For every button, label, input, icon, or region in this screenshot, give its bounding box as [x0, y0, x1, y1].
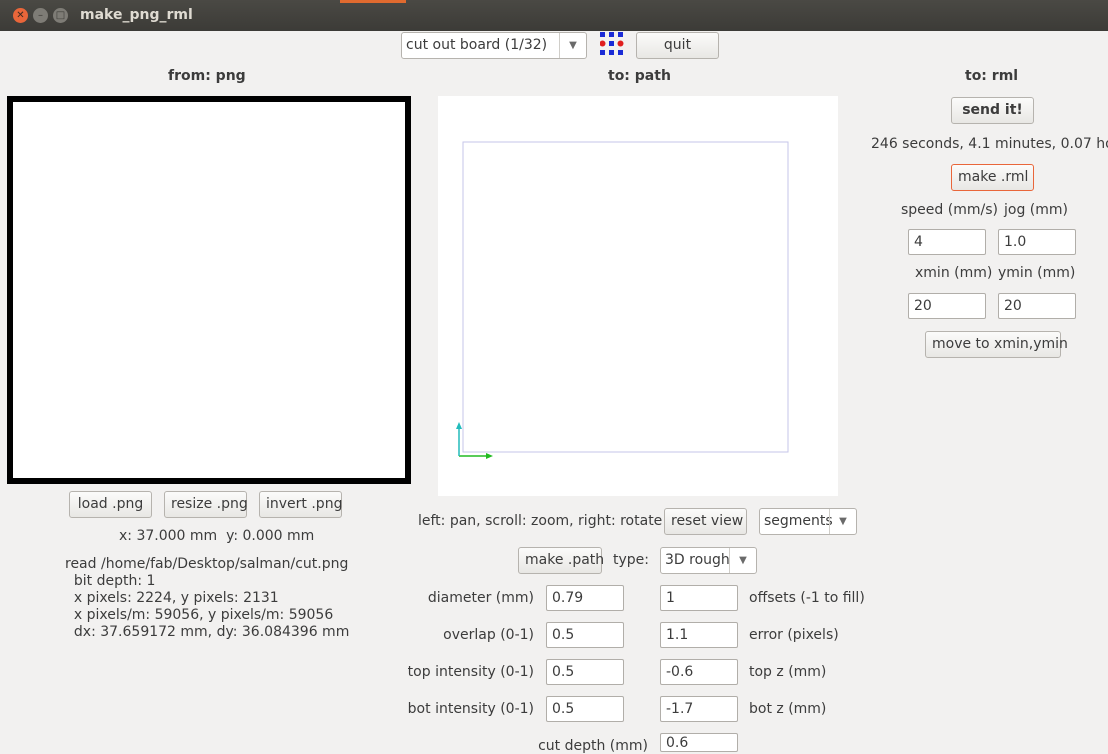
overlap-input[interactable]: [546, 622, 624, 648]
jog-label: jog (mm): [1004, 202, 1068, 218]
view-mode-select[interactable]: segments ▼: [759, 508, 857, 535]
diameter-input[interactable]: [546, 585, 624, 611]
x-axis-arrowhead: [486, 453, 493, 459]
view-mode-value: segments: [764, 513, 833, 529]
process-select[interactable]: cut out board (1/32) ▼: [401, 32, 587, 59]
top-intensity-input[interactable]: [546, 659, 624, 685]
speed-label: speed (mm/s): [901, 202, 998, 218]
path-view[interactable]: [438, 96, 838, 496]
png-coords: x: 37.000 mm y: 0.000 mm: [119, 528, 315, 544]
reset-view-button[interactable]: reset view: [664, 508, 747, 535]
diameter-label: diameter (mm): [427, 590, 534, 606]
png-info-line: dx: 37.659172 mm, dy: 36.084396 mm: [65, 624, 350, 640]
chevron-down-icon: ▼: [829, 509, 856, 534]
quit-button[interactable]: quit: [636, 32, 719, 59]
png-info-line: x pixels/m: 59056, y pixels/m: 59056: [65, 607, 334, 623]
close-icon[interactable]: ✕: [13, 8, 28, 23]
y-axis-arrowhead: [456, 422, 462, 429]
speed-input[interactable]: [908, 229, 986, 255]
send-it-button[interactable]: send it!: [951, 97, 1034, 124]
png-info-line: bit depth: 1: [65, 573, 156, 589]
resize-png-button[interactable]: resize .png: [164, 491, 248, 518]
jog-input[interactable]: [998, 229, 1076, 255]
path-type-select[interactable]: 3D rough ▼: [660, 547, 757, 574]
error-input[interactable]: [660, 622, 738, 648]
png-panel-header: from: png: [168, 68, 246, 84]
move-to-xmin-ymin-button[interactable]: move to xmin,ymin: [925, 331, 1068, 358]
top-intensity-label: top intensity (0-1): [407, 664, 534, 680]
png-info-line: x pixels: 2224, y pixels: 2131: [65, 590, 279, 606]
xmin-label: xmin (mm): [915, 265, 993, 281]
minimize-icon[interactable]: –: [33, 8, 48, 23]
png-info: read /home/fab/Desktop/salman/cut.png bi…: [65, 556, 349, 641]
offsets-label: offsets (-1 to fill): [749, 590, 865, 606]
fab-grid-icon: [599, 32, 624, 56]
top-z-label: top z (mm): [749, 664, 827, 680]
type-label: type:: [613, 552, 649, 568]
view-hint: left: pan, scroll: zoom, right: rotate: [418, 513, 663, 529]
bot-z-input[interactable]: [660, 696, 738, 722]
error-label: error (pixels): [749, 627, 839, 643]
top-z-input[interactable]: [660, 659, 738, 685]
png-preview[interactable]: [7, 96, 411, 484]
process-select-value: cut out board (1/32): [406, 37, 548, 53]
chevron-down-icon: ▼: [729, 548, 756, 573]
rml-panel-header: to: rml: [965, 68, 1019, 84]
maximize-icon[interactable]: □: [53, 8, 68, 23]
chevron-down-icon: ▼: [559, 33, 586, 58]
make-path-button[interactable]: make .path: [518, 547, 604, 574]
path-outline: [462, 141, 789, 453]
invert-png-button[interactable]: invert .png: [259, 491, 342, 518]
xmin-input[interactable]: [908, 293, 986, 319]
path-view-drawing: [456, 141, 789, 459]
bot-intensity-label: bot intensity (0-1): [407, 701, 534, 717]
offsets-input[interactable]: [660, 585, 738, 611]
make-rml-button[interactable]: make .rml: [951, 164, 1034, 191]
cut-depth-input[interactable]: [660, 733, 738, 752]
time-estimate: 246 seconds, 4.1 minutes, 0.07 hours: [871, 136, 1108, 152]
bot-z-label: bot z (mm): [749, 701, 827, 717]
overlap-label: overlap (0-1): [443, 627, 534, 643]
window-titlebar: ✕ – □ make_png_rml: [0, 0, 1108, 31]
png-info-line: read /home/fab/Desktop/salman/cut.png: [65, 556, 349, 572]
window-title: make_png_rml: [80, 7, 193, 23]
ymin-label: ymin (mm): [998, 265, 1076, 281]
path-type-value: 3D rough: [665, 552, 730, 568]
bot-intensity-input[interactable]: [546, 696, 624, 722]
ymin-input[interactable]: [998, 293, 1076, 319]
path-panel-header: to: path: [608, 68, 671, 84]
load-png-button[interactable]: load .png: [69, 491, 152, 518]
panel-indicator: [340, 0, 406, 3]
